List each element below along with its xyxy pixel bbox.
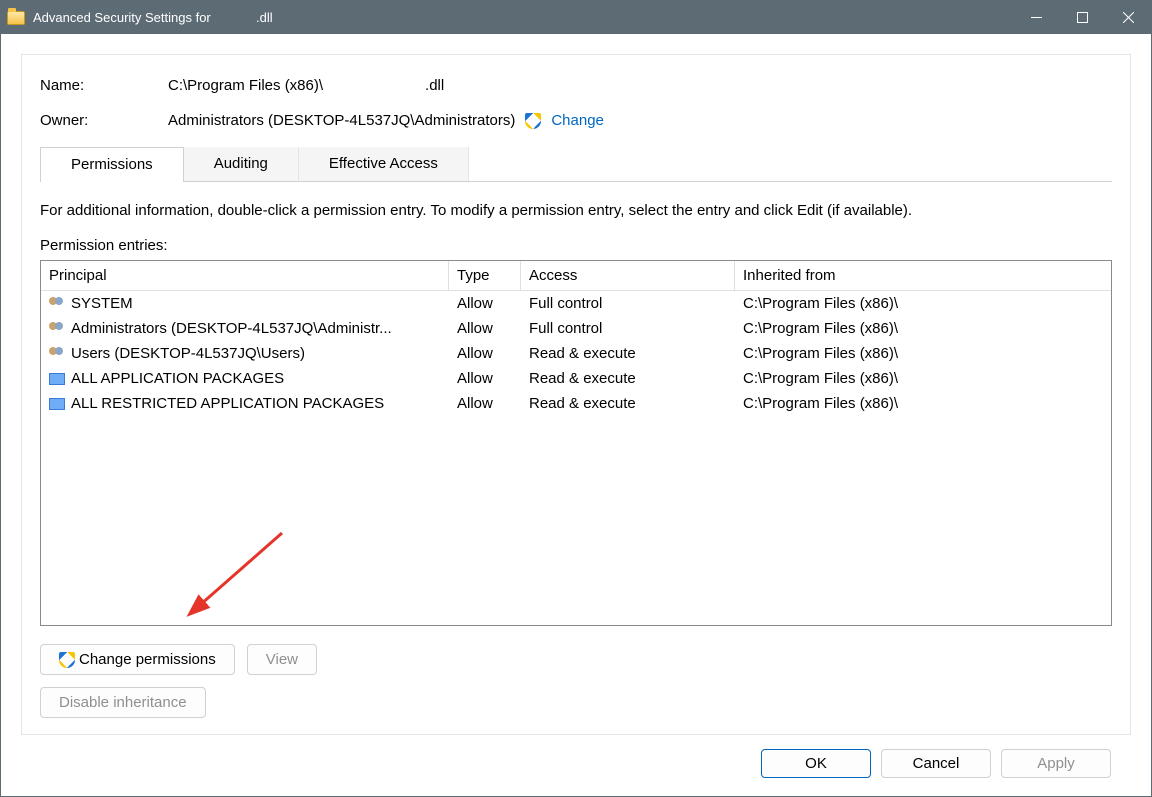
cancel-button[interactable]: Cancel — [881, 749, 991, 778]
table-row[interactable]: ALL RESTRICTED APPLICATION PACKAGES Allow… — [41, 391, 1111, 416]
entries-label: Permission entries: — [40, 237, 1112, 254]
change-permissions-label: Change permissions — [79, 651, 216, 668]
users-icon — [49, 322, 65, 336]
inherited-cell: C:\Program Files (x86)\ — [735, 291, 1111, 316]
inherited-cell: C:\Program Files (x86)\ — [735, 316, 1111, 341]
info-text: For additional information, double-click… — [40, 202, 1112, 219]
title-file: .dll — [256, 10, 273, 25]
principal-text: ALL APPLICATION PACKAGES — [71, 370, 284, 387]
grid-body: SYSTEMAllowFull controlC:\Program Files … — [41, 291, 1111, 416]
name-row: Name: C:\Program Files (x86)\ .dll — [40, 77, 1112, 94]
permission-grid[interactable]: Principal Type Access Inherited from SYS… — [40, 260, 1112, 626]
users-icon — [49, 347, 65, 361]
main-panel: Name: C:\Program Files (x86)\ .dll Owner… — [21, 54, 1131, 735]
maximize-button[interactable] — [1059, 1, 1105, 34]
access-cell: Read & execute — [521, 366, 735, 391]
title-prefix: Advanced Security Settings for — [33, 10, 211, 25]
tab-effective-access[interactable]: Effective Access — [299, 147, 469, 181]
col-principal[interactable]: Principal — [41, 261, 449, 290]
col-access[interactable]: Access — [521, 261, 735, 290]
owner-label: Owner: — [40, 112, 168, 129]
apply-button[interactable]: Apply — [1001, 749, 1111, 778]
package-icon — [49, 398, 65, 410]
principal-cell: ALL RESTRICTED APPLICATION PACKAGES — [41, 391, 449, 416]
owner-row: Owner: Administrators (DESKTOP-4L537JQ\A… — [40, 112, 1112, 129]
type-cell: Allow — [449, 341, 521, 366]
type-cell: Allow — [449, 366, 521, 391]
view-button[interactable]: View — [247, 644, 317, 675]
inherited-cell: C:\Program Files (x86)\ — [735, 366, 1111, 391]
owner-text: Administrators (DESKTOP-4L537JQ\Administ… — [168, 112, 515, 129]
access-cell: Full control — [521, 291, 735, 316]
table-row[interactable]: ALL APPLICATION PACKAGES AllowRead & exec… — [41, 366, 1111, 391]
folder-icon — [7, 11, 25, 25]
principal-cell: Users (DESKTOP-4L537JQ\Users) — [41, 341, 449, 366]
col-type[interactable]: Type — [449, 261, 521, 290]
inherited-cell: C:\Program Files (x86)\ — [735, 391, 1111, 416]
owner-value: Administrators (DESKTOP-4L537JQ\Administ… — [168, 112, 1112, 129]
close-button[interactable] — [1105, 1, 1151, 34]
action-row-1: Change permissions View — [40, 644, 1112, 675]
titlebar[interactable]: Advanced Security Settings for .dll — [1, 1, 1151, 34]
col-inherited[interactable]: Inherited from — [735, 261, 1111, 290]
shield-icon — [525, 113, 541, 129]
shield-icon — [59, 652, 75, 668]
change-permissions-button[interactable]: Change permissions — [40, 644, 235, 675]
disable-inheritance-button[interactable]: Disable inheritance — [40, 687, 206, 718]
table-row[interactable]: Users (DESKTOP-4L537JQ\Users) AllowRead &… — [41, 341, 1111, 366]
change-owner-link[interactable]: Change — [551, 112, 604, 129]
principal-cell: SYSTEM — [41, 291, 449, 316]
advanced-security-window: Advanced Security Settings for .dll Name… — [0, 0, 1152, 797]
client-area: Name: C:\Program Files (x86)\ .dll Owner… — [1, 34, 1151, 796]
users-icon — [49, 297, 65, 311]
dialog-footer: OK Cancel Apply — [21, 735, 1131, 782]
inherited-cell: C:\Program Files (x86)\ — [735, 341, 1111, 366]
name-value-path: C:\Program Files (x86)\ — [168, 77, 323, 94]
table-row[interactable]: SYSTEM AllowFull controlC:\Program Files … — [41, 291, 1111, 316]
tabstrip: Permissions Auditing Effective Access — [40, 147, 1112, 182]
grid-header[interactable]: Principal Type Access Inherited from — [41, 261, 1111, 291]
tab-auditing[interactable]: Auditing — [184, 147, 299, 181]
minimize-button[interactable] — [1013, 1, 1059, 34]
table-row[interactable]: Administrators (DESKTOP-4L537JQ\Administ… — [41, 316, 1111, 341]
name-value: C:\Program Files (x86)\ .dll — [168, 77, 1112, 94]
name-value-file: .dll — [425, 77, 444, 94]
access-cell: Read & execute — [521, 341, 735, 366]
action-row-2: Disable inheritance — [40, 687, 1112, 718]
ok-button[interactable]: OK — [761, 749, 871, 778]
name-label: Name: — [40, 77, 168, 94]
principal-cell: ALL APPLICATION PACKAGES — [41, 366, 449, 391]
principal-text: ALL RESTRICTED APPLICATION PACKAGES — [71, 395, 384, 412]
type-cell: Allow — [449, 291, 521, 316]
principal-cell: Administrators (DESKTOP-4L537JQ\Administ… — [41, 316, 449, 341]
package-icon — [49, 373, 65, 385]
type-cell: Allow — [449, 391, 521, 416]
tab-permissions[interactable]: Permissions — [40, 147, 184, 182]
window-title: Advanced Security Settings for .dll — [33, 10, 273, 25]
type-cell: Allow — [449, 316, 521, 341]
access-cell: Full control — [521, 316, 735, 341]
principal-text: Users (DESKTOP-4L537JQ\Users) — [71, 345, 305, 362]
principal-text: Administrators (DESKTOP-4L537JQ\Administ… — [71, 320, 392, 337]
access-cell: Read & execute — [521, 391, 735, 416]
principal-text: SYSTEM — [71, 295, 133, 312]
